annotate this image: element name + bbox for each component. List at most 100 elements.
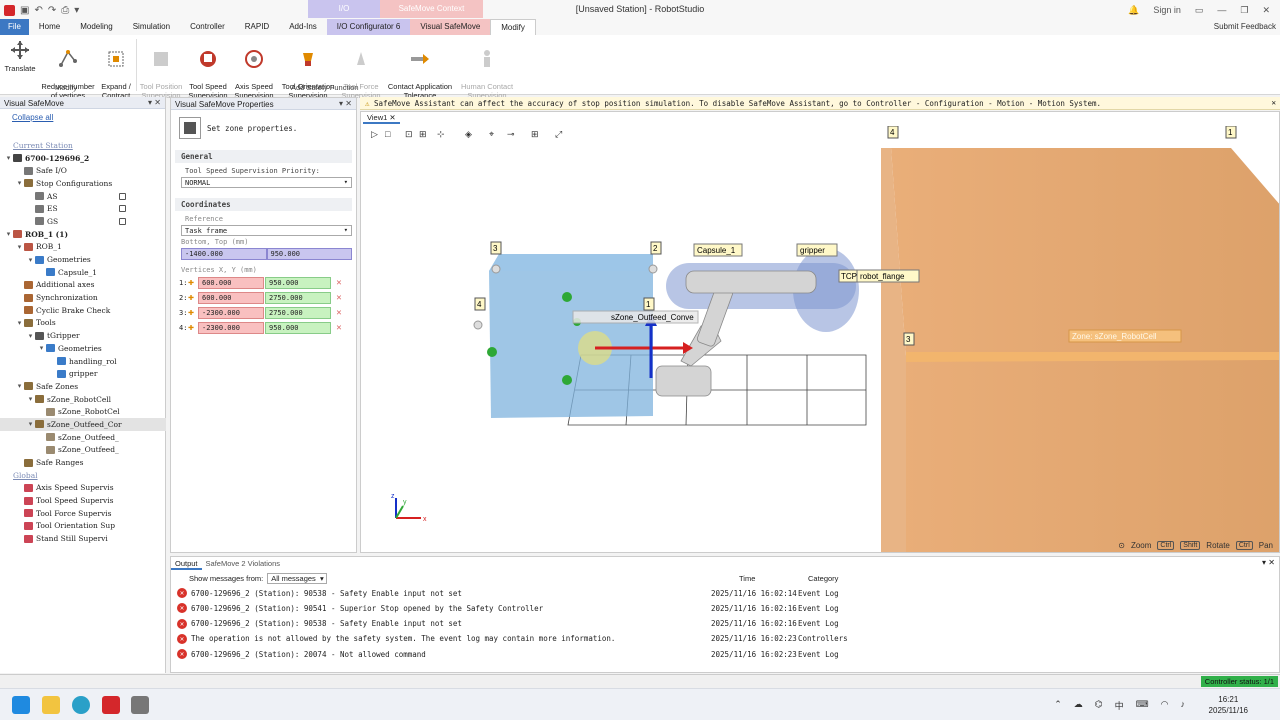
outfeed-zone-box[interactable] <box>489 254 653 418</box>
vertex-x-field[interactable]: 600.000 <box>198 291 264 304</box>
file-explorer-icon[interactable] <box>42 696 60 714</box>
output-message-row[interactable]: ✕ The operation is not allowed by the saf… <box>177 632 1267 646</box>
collapse-all-link[interactable]: Collapse all <box>12 113 53 122</box>
banner-close-icon[interactable]: ✕ <box>1271 98 1276 107</box>
tree-item[interactable]: AS <box>0 190 166 203</box>
tab-io-configurator[interactable]: I/O Configurator 6 <box>326 19 411 35</box>
tab-visual-safemove[interactable]: Visual SafeMove <box>410 19 491 35</box>
vertex-x-field[interactable]: -2300.000 <box>198 321 264 334</box>
tree-item[interactable]: GS <box>0 215 166 228</box>
tree-item[interactable]: ▾ sZone_RobotCell <box>0 393 166 406</box>
add-vertex-icon[interactable]: ✚ <box>188 307 198 318</box>
add-vertex-icon[interactable]: ✚ <box>188 322 198 333</box>
expand-chevron-icon[interactable]: ▾ <box>15 319 24 327</box>
keyboard-icon[interactable]: ⌨ <box>1136 699 1149 712</box>
tree-item[interactable]: ▾ Geometries <box>0 342 166 355</box>
tree-item[interactable]: Global <box>0 469 166 482</box>
tab-modify[interactable]: Modify <box>490 19 536 35</box>
top-field[interactable]: 950.000 <box>266 248 352 260</box>
chevron-up-icon[interactable]: ⌃ <box>1054 699 1062 712</box>
vertex-handle[interactable] <box>562 375 572 385</box>
priority-select[interactable]: NORMAL <box>181 177 352 188</box>
tree-item[interactable]: Synchronization <box>0 291 166 304</box>
tree-item[interactable]: ▾ sZone_Outfeed_Cor <box>0 418 166 431</box>
expand-chevron-icon[interactable]: ▾ <box>4 154 13 162</box>
tab-file[interactable]: File <box>0 19 29 35</box>
tab-simulation[interactable]: Simulation <box>123 19 180 35</box>
output-message-row[interactable]: ✕ 6700-129696_2 (Station): 20074 - Not al… <box>177 647 1267 661</box>
reference-select[interactable]: Task frame <box>181 225 352 236</box>
clock[interactable]: 16:21 2025/11/16 <box>1209 694 1248 716</box>
tab-rapid[interactable]: RAPID <box>235 19 279 35</box>
add-vertex-icon[interactable]: ✚ <box>188 277 198 288</box>
vertex-handle[interactable] <box>648 264 658 274</box>
tree-item[interactable]: ▾ ROB_1 <box>0 241 166 254</box>
network-icon[interactable]: ⌬ <box>1095 699 1103 712</box>
ime-indicator[interactable]: 中 <box>1115 699 1124 712</box>
tree-item[interactable]: ▾ Tools <box>0 317 166 330</box>
tree-item[interactable]: ▾ ROB_1 (1) <box>0 228 166 241</box>
category-column-header[interactable]: Category <box>808 574 838 583</box>
wifi-icon[interactable]: ◠ <box>1161 699 1169 712</box>
redo-icon[interactable]: ↷ <box>48 5 56 16</box>
print-icon[interactable]: ⎙ <box>61 5 69 16</box>
sign-in-link[interactable]: Sign in <box>1153 5 1181 15</box>
output-message-row[interactable]: ✕ 6700-129696_2 (Station): 90541 - Superi… <box>177 601 1267 615</box>
tree-item[interactable]: sZone_RobotCel <box>0 405 166 418</box>
output-message-row[interactable]: ✕ 6700-129696_2 (Station): 90538 - Safety… <box>177 586 1267 600</box>
expand-chevron-icon[interactable]: ▾ <box>26 256 35 264</box>
expand-chevron-icon[interactable]: ▾ <box>37 344 46 352</box>
expand-chevron-icon[interactable]: ▾ <box>15 243 24 251</box>
delete-vertex-icon[interactable]: ✕ <box>334 278 344 288</box>
output-message-row[interactable]: ✕ 6700-129696_2 (Station): 90538 - Safety… <box>177 617 1267 631</box>
tree-item[interactable]: Cyclic Brake Check <box>0 304 166 317</box>
time-column-header[interactable]: Time <box>739 574 755 583</box>
tree-item[interactable]: Tool Orientation Sup <box>0 520 166 533</box>
props-pin-close-icon[interactable]: ▾ ✕ <box>339 99 352 108</box>
vertex-handle[interactable] <box>487 347 497 357</box>
bottom-field[interactable]: -1400.000 <box>181 248 267 260</box>
app-taskbar-icon[interactable] <box>131 696 149 714</box>
windows-start-icon[interactable] <box>12 696 30 714</box>
robotstudio-taskbar-icon[interactable] <box>102 696 120 714</box>
tree-item[interactable]: Stand Still Supervi <box>0 532 166 545</box>
tree-item[interactable]: Additional axes <box>0 279 166 292</box>
filter-select[interactable]: All messages <box>267 573 327 584</box>
tree-item[interactable]: ▾ tGripper <box>0 329 166 342</box>
tree-item[interactable]: ▾ 6700-129696_2 <box>0 152 166 165</box>
ribbon-options-icon[interactable]: ▭ <box>1195 5 1204 16</box>
expand-chevron-icon[interactable]: ▾ <box>15 179 24 187</box>
delete-vertex-icon[interactable]: ✕ <box>334 308 344 318</box>
tree-item[interactable]: ▾ Stop Configurations <box>0 177 166 190</box>
vertex-handle[interactable] <box>491 264 501 274</box>
maximize-button[interactable]: ❐ <box>1240 5 1248 16</box>
tab-controller[interactable]: Controller <box>180 19 235 35</box>
expand-chevron-icon[interactable]: ▾ <box>26 332 35 340</box>
submit-feedback-link[interactable]: Submit Feedback <box>1214 22 1276 31</box>
edge-browser-icon[interactable] <box>72 696 90 714</box>
tree-item[interactable]: ▾ Safe Zones <box>0 380 166 393</box>
tab-add-ins[interactable]: Add-Ins <box>279 19 327 35</box>
output-close-icon[interactable]: ▾ ✕ <box>1262 558 1275 567</box>
vertex-y-field[interactable]: 950.000 <box>265 321 331 334</box>
expand-chevron-icon[interactable]: ▾ <box>4 230 13 238</box>
expand-chevron-icon[interactable]: ▾ <box>26 420 35 428</box>
add-vertex-icon[interactable]: ✚ <box>188 292 198 303</box>
tree-item[interactable]: Capsule_1 <box>0 266 166 279</box>
tree-item[interactable]: Current Station <box>0 139 166 152</box>
expand-chevron-icon[interactable]: ▾ <box>26 395 35 403</box>
tree-item[interactable]: handling_rol <box>0 355 166 368</box>
view-tab[interactable]: View1 ✕ <box>363 113 400 124</box>
panel-pin-close-icon[interactable]: ▾ ✕ <box>148 98 161 107</box>
tree-item[interactable]: Axis Speed Supervis <box>0 482 166 495</box>
vertex-y-field[interactable]: 950.000 <box>265 276 331 289</box>
delete-vertex-icon[interactable]: ✕ <box>334 293 344 303</box>
tree-item[interactable]: ▾ Geometries <box>0 253 166 266</box>
tree-item[interactable]: Safe I/O <box>0 164 166 177</box>
vertex-x-field[interactable]: 600.000 <box>198 276 264 289</box>
vertex-y-field[interactable]: 2750.000 <box>265 291 331 304</box>
tab-home[interactable]: Home <box>29 19 70 35</box>
save-icon[interactable]: ▣ <box>20 5 29 16</box>
tree-item[interactable]: sZone_Outfeed_ <box>0 444 166 457</box>
cloud-icon[interactable]: ☁ <box>1074 699 1083 712</box>
